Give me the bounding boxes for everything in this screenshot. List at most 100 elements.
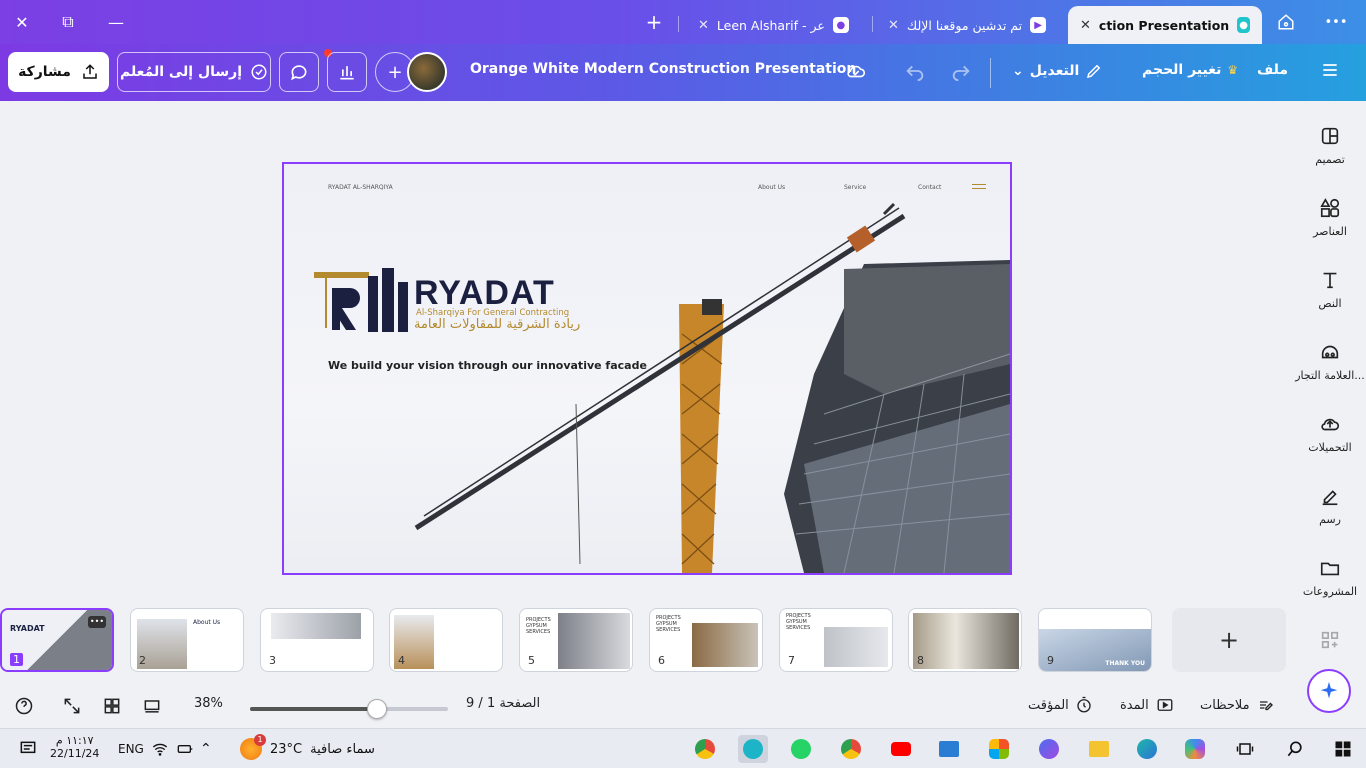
notification-center-icon (20, 741, 36, 754)
canva-taskbar-icon[interactable] (738, 735, 768, 763)
main-menu-button[interactable] (1320, 60, 1340, 80)
weather-temperature: 23°C (270, 741, 303, 757)
grid-view-button[interactable] (102, 696, 122, 716)
page-indicator[interactable]: الصفحة 1 / 9 (466, 696, 540, 711)
more-options-button[interactable]: ••• (1322, 8, 1350, 36)
mail-taskbar-icon[interactable] (934, 735, 964, 763)
home-icon (1278, 14, 1294, 30)
window-close-button[interactable]: ✕ (8, 8, 36, 36)
home-button[interactable] (1272, 8, 1300, 36)
tab-leen-alsharif[interactable]: ✕ Leen Alsharif - عر ● (686, 6, 876, 44)
sidebar-item-apps[interactable] (1294, 629, 1366, 657)
store-taskbar-icon[interactable] (984, 735, 1014, 763)
app-taskbar-icon[interactable] (1034, 735, 1064, 763)
duration-button[interactable]: المدة (1120, 696, 1175, 714)
thumbnail-page-3[interactable]: 3 (260, 608, 374, 672)
tab-close-icon[interactable]: ✕ (888, 18, 899, 33)
undo-button[interactable] (904, 60, 926, 82)
edge-taskbar-icon[interactable] (1132, 735, 1162, 763)
thumbnail-label: PROJECTS GYPSUM SERVICES (526, 617, 551, 635)
sidebar-item-brand[interactable]: العلامة التجار... (1294, 341, 1366, 382)
help-button[interactable] (14, 696, 34, 716)
youtube-taskbar-icon[interactable] (886, 735, 916, 763)
sidebar-item-draw[interactable]: رسم (1294, 485, 1366, 526)
canva-favicon-icon: ● (832, 17, 849, 33)
file-explorer-taskbar-icon[interactable] (1084, 735, 1114, 763)
new-tab-button[interactable]: + (640, 8, 668, 36)
copilot-taskbar-icon[interactable] (1180, 735, 1210, 763)
elements-icon (1320, 198, 1340, 218)
sidebar-item-design[interactable]: تصميم (1294, 125, 1366, 166)
start-button[interactable] (1328, 735, 1358, 763)
thumbnail-number: 3 (269, 654, 276, 667)
fullscreen-button[interactable] (62, 696, 82, 716)
zoom-percentage[interactable]: 38% (194, 696, 223, 711)
thumbnail-number: 7 (788, 654, 795, 667)
editor-bottom-bar: 38% الصفحة 1 / 9 المؤقت المدة ملاحظات (0, 688, 1366, 728)
thumbnail-page-5[interactable]: PROJECTS GYPSUM SERVICES 5 (519, 608, 633, 672)
thumbnail-page-9[interactable]: THANK YOU 9 (1038, 608, 1152, 672)
zoom-slider-handle[interactable] (367, 699, 387, 719)
thumbnail-page-1[interactable]: RYADAT ••• 1 (0, 608, 114, 672)
document-title[interactable]: Orange White Modern Construction Present… (470, 61, 856, 77)
share-button[interactable]: مشاركة (8, 52, 109, 92)
tab-separator (872, 16, 873, 32)
search-taskbar-icon[interactable] (1280, 735, 1310, 763)
task-view-taskbar-icon[interactable] (1230, 735, 1260, 763)
redo-button[interactable] (950, 60, 972, 82)
sidebar-item-text[interactable]: النص (1294, 269, 1366, 310)
wifi-icon[interactable] (152, 735, 168, 763)
tab-website-launch[interactable]: ✕ تم تدشين موقعنا الإلك ▶ (876, 6, 1066, 44)
battery-icon[interactable] (176, 735, 194, 763)
ryadat-logo-mark (314, 268, 408, 332)
avatar[interactable] (407, 52, 447, 92)
edit-mode-button[interactable]: ⌄ التعديل (1012, 62, 1103, 80)
zoom-slider[interactable] (250, 699, 448, 719)
timer-button[interactable]: المؤقت (1028, 696, 1093, 714)
thumbnail-page-6[interactable]: PROJECTS GYPSUM SERVICES 6 (649, 608, 763, 672)
window-minimize-button[interactable]: — (102, 8, 130, 36)
whatsapp-taskbar-icon[interactable] (786, 735, 816, 763)
add-page-button[interactable]: + (1172, 608, 1286, 672)
window-restore-button[interactable]: ⧉ (54, 8, 82, 36)
tab-close-icon[interactable]: ✕ (698, 18, 709, 33)
language-indicator[interactable]: ENG (118, 735, 144, 763)
weather-widget[interactable]: 1 23°C سماء صافية (240, 734, 375, 763)
clock[interactable]: ١١:١٧ م 22/11/24 (50, 734, 99, 762)
notifications-button[interactable] (18, 735, 38, 763)
thumbnail-page-8[interactable]: 8 (908, 608, 1022, 672)
brand-icon (1321, 345, 1339, 359)
insights-button[interactable] (327, 52, 367, 92)
tab-label: Leen Alsharif - عر (716, 17, 825, 33)
file-menu-button[interactable]: ملف (1257, 62, 1288, 78)
slide-canvas[interactable]: RYADAT AL-SHARQIYA About Us Service Cont… (282, 162, 1012, 575)
thumbnail-label: About Us (193, 619, 221, 626)
tab-active-presentation[interactable]: ✕ ction Presentation ● (1068, 6, 1262, 44)
send-to-teacher-button[interactable]: إرسال إلى المُعلم (117, 52, 271, 92)
zoom-slider-fill (250, 707, 377, 711)
chevron-up-icon[interactable]: ⌃ (200, 735, 212, 763)
page-view-button[interactable] (142, 696, 162, 716)
thumbnail-label: PROJECTS GYPSUM SERVICES (786, 613, 811, 631)
plus-icon: + (1218, 626, 1240, 654)
file-menu-label: ملف (1257, 62, 1289, 78)
thumbnail-page-7[interactable]: PROJECTS GYPSUM SERVICES 7 (779, 608, 893, 672)
slide-brand-arabic: ريادة الشرقية للمقاولات العامة (414, 317, 581, 332)
chrome-profile-taskbar-icon[interactable] (836, 735, 866, 763)
cloud-save-status[interactable] (845, 60, 867, 82)
tab-close-icon[interactable]: ✕ (1080, 18, 1091, 33)
chrome-taskbar-icon[interactable] (690, 735, 720, 763)
thumbnail-more-icon[interactable]: ••• (88, 616, 106, 628)
thumbnail-page-4[interactable]: 4 (389, 608, 503, 672)
sidebar-item-projects[interactable]: المشروعات (1294, 557, 1366, 598)
thumbnail-number: 9 (1047, 654, 1054, 667)
sidebar-item-uploads[interactable]: التحميلات (1294, 413, 1366, 454)
resize-button[interactable]: تغيير الحجم ♛ (1142, 62, 1238, 78)
thumbnail-page-2[interactable]: About Us 2 (130, 608, 244, 672)
clock-date: 22/11/24 (50, 747, 100, 760)
expand-icon (64, 698, 80, 714)
comments-button[interactable] (279, 52, 319, 92)
notes-button[interactable]: ملاحظات (1200, 696, 1276, 714)
editor-toolbar: مشاركة إرسال إلى المُعلم + Orange White … (0, 44, 1366, 101)
sidebar-item-elements[interactable]: العناصر (1294, 197, 1366, 238)
